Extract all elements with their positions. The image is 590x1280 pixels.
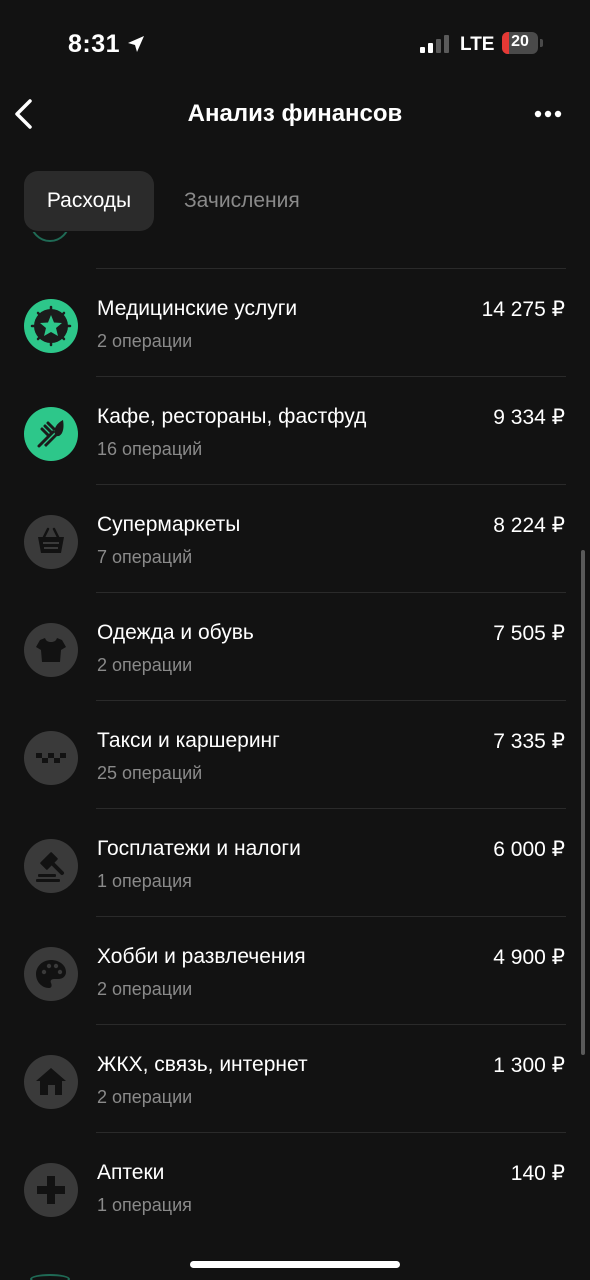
battery-level: 20 <box>511 33 529 50</box>
palette-icon <box>24 947 78 1001</box>
item-amount: 9 334 ₽ <box>493 406 565 429</box>
page-title: Анализ финансов <box>187 100 403 127</box>
item-amount: 1 300 ₽ <box>493 1054 565 1077</box>
house-icon <box>24 1055 78 1109</box>
battery-indicator: 20 <box>502 32 543 54</box>
item-title: Такси и каршеринг <box>97 729 280 752</box>
scrollbar[interactable] <box>581 550 585 1055</box>
navigation-bar: Анализ финансов <box>0 90 590 150</box>
item-operations-count: 2 операции <box>97 331 193 351</box>
clipped-list-item <box>0 232 590 268</box>
tab-expenses[interactable]: Расходы <box>24 171 154 231</box>
item-amount: 6 000 ₽ <box>493 838 565 861</box>
item-title: ЖКХ, связь, интернет <box>97 1053 308 1076</box>
item-title: Хобби и развлечения <box>97 945 306 968</box>
item-title: Одежда и обувь <box>97 621 254 644</box>
more-options-icon[interactable] <box>534 104 562 124</box>
item-operations-count: 16 операций <box>97 439 203 459</box>
tab-income[interactable]: Зачисления <box>164 171 344 231</box>
item-title: Супермаркеты <box>97 513 241 536</box>
gavel-icon <box>24 839 78 893</box>
plus-cross-icon <box>24 1163 78 1217</box>
network-type: LTE <box>460 34 495 55</box>
item-title: Аптеки <box>97 1161 165 1184</box>
item-title: Госплатежи и налоги <box>97 837 301 860</box>
star-icon <box>24 299 78 353</box>
list-item[interactable]: Медицинские услуги 2 операции 14 275 ₽ <box>0 269 590 377</box>
item-operations-count: 2 операции <box>97 979 193 999</box>
status-time: 8:31 <box>68 30 121 58</box>
list-item[interactable]: Одежда и обувь 2 операции 7 505 ₽ <box>0 593 590 701</box>
item-title: Кафе, рестораны, фастфуд <box>97 405 367 428</box>
item-title: Медицинские услуги <box>97 297 298 320</box>
taxi-checker-icon <box>24 731 78 785</box>
list-item[interactable]: Кафе, рестораны, фастфуд 16 операций 9 3… <box>0 377 590 485</box>
item-amount: 8 224 ₽ <box>493 514 565 537</box>
cellular-signal-icon <box>420 35 449 53</box>
list-item[interactable]: Хобби и развлечения 2 операции 4 900 ₽ <box>0 917 590 1025</box>
item-operations-count: 25 операций <box>97 763 203 783</box>
list-item[interactable]: Аптеки 1 операция 140 ₽ <box>0 1133 590 1241</box>
home-indicator[interactable] <box>190 1261 400 1268</box>
list-item[interactable]: ЖКХ, связь, интернет 2 операции 1 300 ₽ <box>0 1025 590 1133</box>
basket-icon <box>24 515 78 569</box>
item-amount: 140 ₽ <box>510 1162 565 1185</box>
item-amount: 14 275 ₽ <box>481 298 565 321</box>
item-operations-count: 2 операции <box>97 655 193 675</box>
list-item[interactable]: Супермаркеты 7 операций 8 224 ₽ <box>0 485 590 593</box>
category-icon <box>30 232 70 242</box>
item-amount: 4 900 ₽ <box>493 946 565 969</box>
item-operations-count: 1 операция <box>97 871 192 891</box>
list-item[interactable]: Госплатежи и налоги 1 операция 6 000 ₽ <box>0 809 590 917</box>
item-amount: 7 505 ₽ <box>493 622 565 645</box>
item-operations-count: 7 операций <box>97 547 193 567</box>
fork-knife-icon <box>24 407 78 461</box>
list-item[interactable]: Такси и каршеринг 25 операций 7 335 ₽ <box>0 701 590 809</box>
item-operations-count: 1 операция <box>97 1195 192 1215</box>
item-operations-count: 2 операции <box>97 1087 193 1107</box>
status-bar: 8:31 LTE 20 <box>0 0 590 90</box>
location-arrow-icon <box>128 36 144 52</box>
item-amount: 7 335 ₽ <box>493 730 565 753</box>
clipped-category-icon <box>30 1274 70 1280</box>
tshirt-icon <box>24 623 78 677</box>
